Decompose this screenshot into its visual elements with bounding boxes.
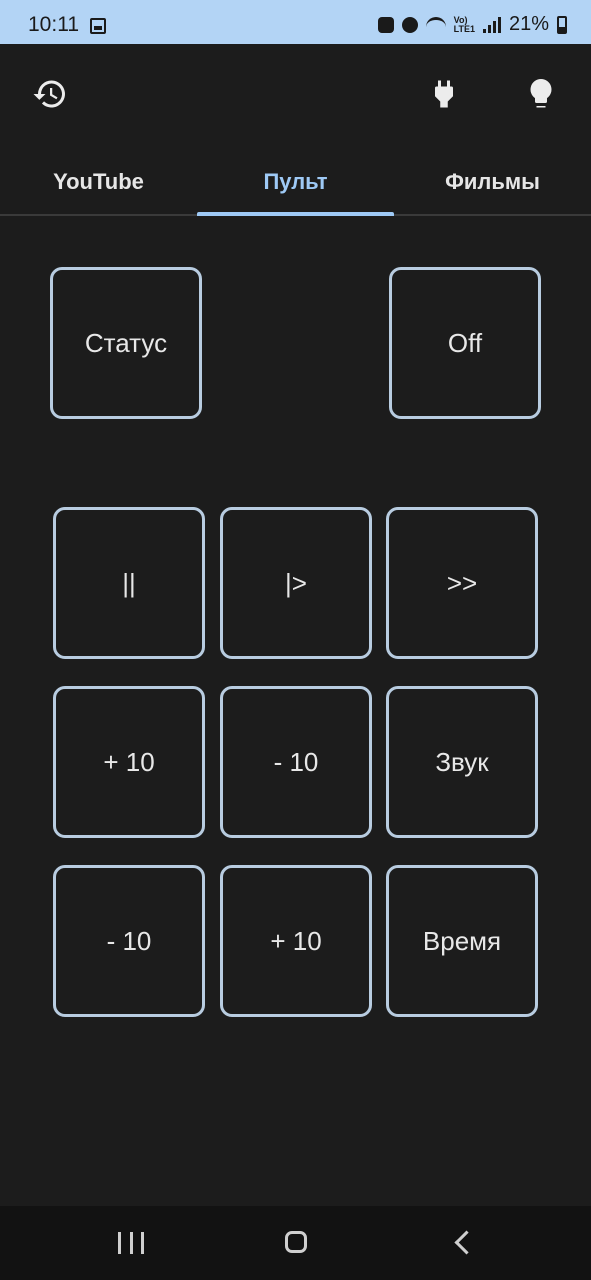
status-bar: 10:11 Vo) LTE1 21% [0, 0, 591, 44]
plus-ten-button[interactable]: + 10 [53, 686, 205, 838]
time-button[interactable]: Время [386, 865, 538, 1017]
alarm-icon [401, 16, 418, 33]
tab-remote[interactable]: Пульт [197, 150, 394, 214]
lte-indicator: Vo) LTE1 [453, 14, 475, 34]
lightbulb-icon [530, 79, 552, 108]
status-button[interactable]: Статус [50, 267, 202, 419]
plus-ten-time-button[interactable]: + 10 [220, 865, 372, 1017]
minus-ten-button[interactable]: - 10 [220, 686, 372, 838]
android-notification-icon [377, 16, 394, 33]
off-button[interactable]: Off [389, 267, 541, 419]
play-button[interactable]: |> [220, 507, 372, 659]
battery-percent: 21% [508, 13, 549, 35]
fast-forward-button[interactable]: >> [386, 507, 538, 659]
tab-movies[interactable]: Фильмы [394, 150, 591, 214]
wifi-icon [425, 16, 446, 33]
tab-indicator [197, 212, 394, 216]
power-plug-button[interactable] [424, 74, 464, 114]
tab-bar: YouTube Пульт Фильмы [0, 150, 591, 216]
gallery-notification-icon [90, 18, 106, 34]
recents-button[interactable] [118, 1232, 144, 1254]
battery-icon [557, 15, 567, 34]
status-time: 10:11 [28, 13, 79, 36]
lightbulb-button[interactable] [521, 74, 561, 114]
pause-button[interactable]: || [53, 507, 205, 659]
plug-icon [435, 80, 453, 108]
history-button[interactable] [30, 74, 70, 114]
tab-youtube[interactable]: YouTube [0, 150, 197, 214]
history-icon [33, 80, 65, 108]
sound-button[interactable]: Звук [386, 686, 538, 838]
status-icons: Vo) LTE1 21% [377, 13, 567, 36]
back-button[interactable] [454, 1230, 479, 1255]
minus-ten-time-button[interactable]: - 10 [53, 865, 205, 1017]
signal-icon [482, 16, 501, 33]
home-button[interactable] [285, 1231, 307, 1253]
system-nav-bar [0, 1206, 591, 1280]
